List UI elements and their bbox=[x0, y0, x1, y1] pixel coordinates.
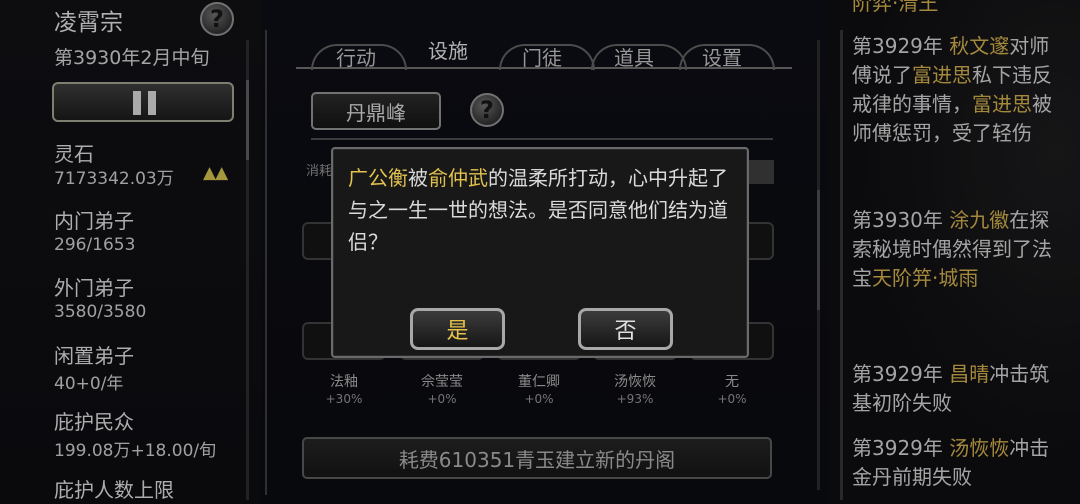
yes-button[interactable]: 是 bbox=[410, 308, 505, 350]
marriage-proposal-dialog: 广公衡被俞仲武的温柔所打动，心中升起了与之一生一世的想法。是否同意他们结为道侣？… bbox=[331, 147, 749, 358]
no-button[interactable]: 否 bbox=[578, 308, 673, 350]
dialog-name: 广公衡 bbox=[348, 166, 408, 190]
dialog-name: 俞仲武 bbox=[428, 166, 488, 190]
dialog-text: 被 bbox=[408, 166, 428, 190]
dialog-message: 广公衡被俞仲武的温柔所打动，心中升起了与之一生一世的想法。是否同意他们结为道侣？ bbox=[348, 162, 738, 258]
